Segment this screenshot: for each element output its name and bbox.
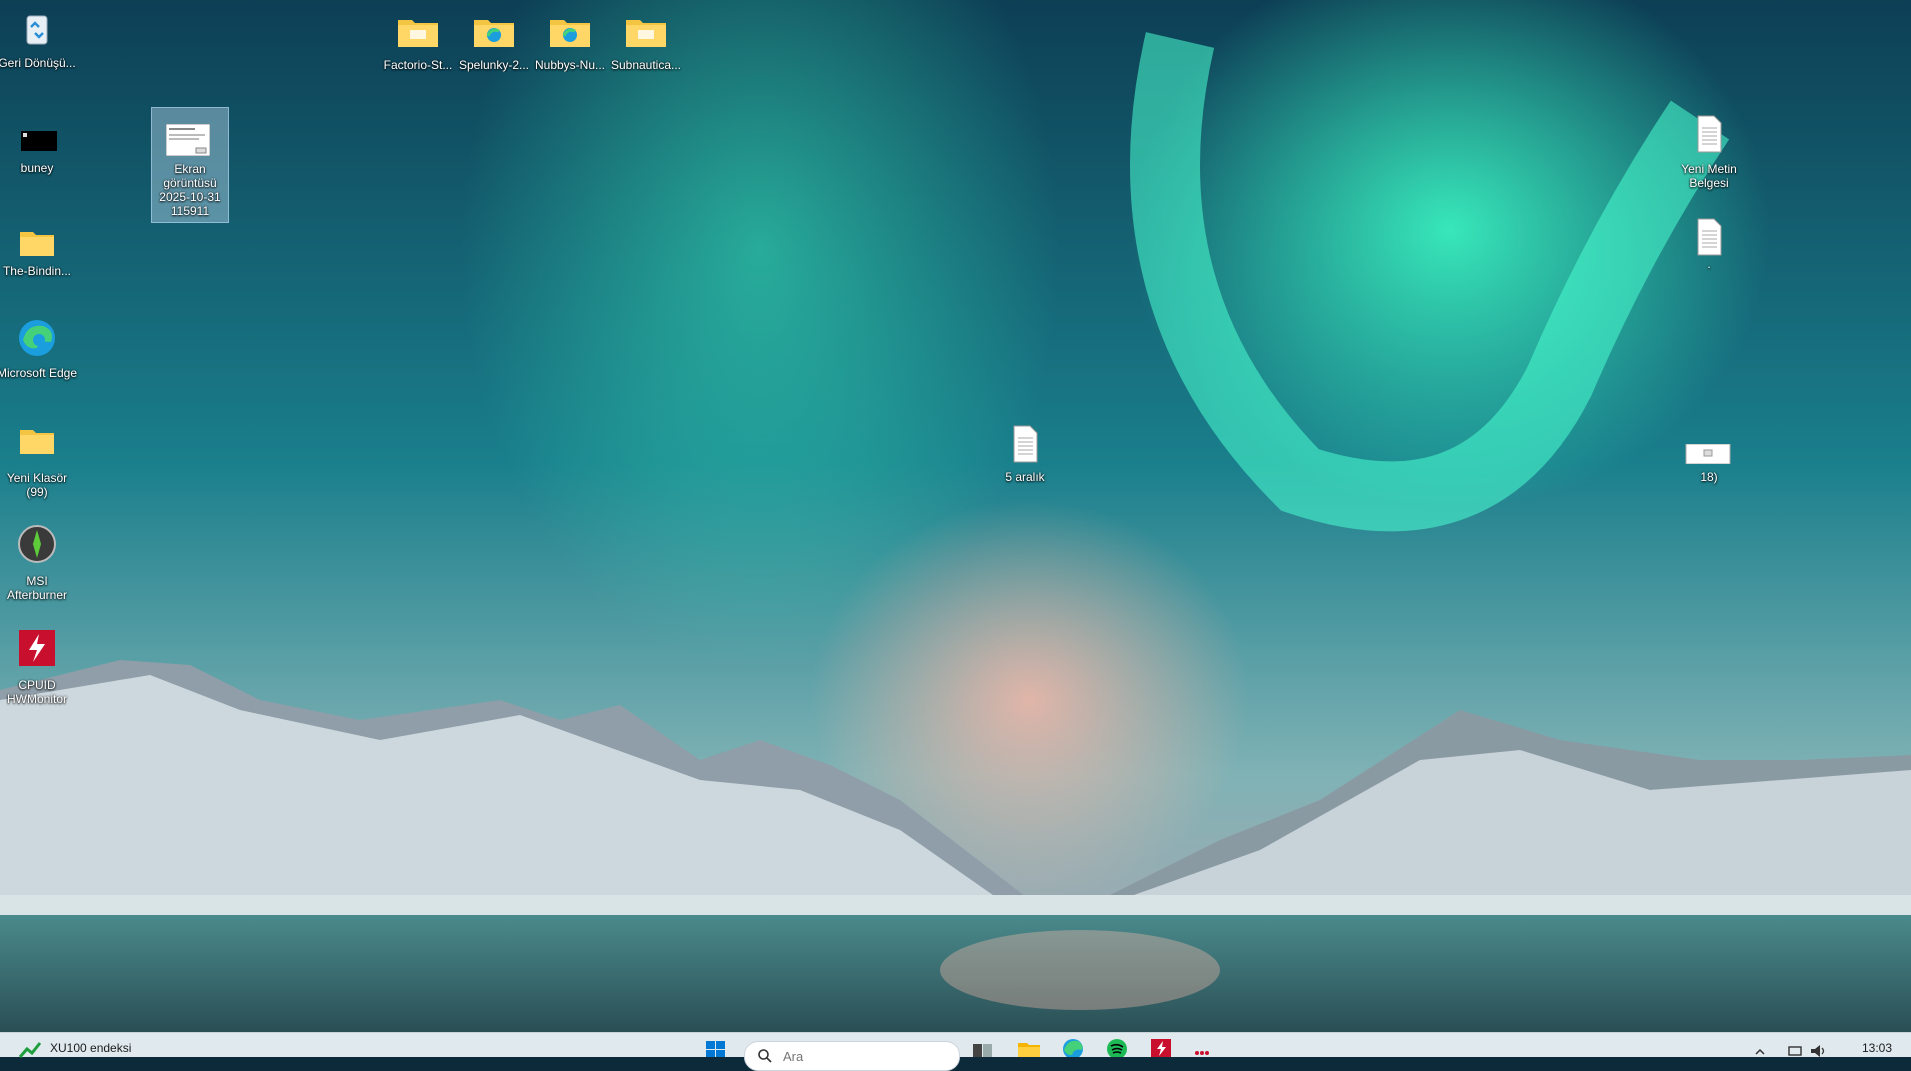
desktop-icon-subnautica[interactable]: Subnautica... [604, 6, 688, 86]
desktop-icon-18[interactable]: 18) [1667, 436, 1751, 526]
edge-icon [1063, 1039, 1083, 1059]
volume-icon [1811, 1045, 1825, 1057]
folder-edge-icon [474, 20, 514, 47]
task-view-icon [973, 1044, 992, 1057]
desktop-icon-label: . [1707, 257, 1711, 271]
desktop-icon-label: Nubbys-Nu... [534, 58, 606, 72]
desktop-wallpaper [0, 0, 1911, 1032]
desktop-icon-label: CPUID HWMonitor [6, 678, 67, 706]
text-document-icon [1013, 425, 1038, 463]
desktop-icon-label: Ekran görüntüsü 2025-10-31 115911 [159, 162, 221, 218]
desktop-icon-dot[interactable]: . [1667, 211, 1751, 301]
desktop-icon-nubbys[interactable]: Nubbys-Nu... [528, 6, 612, 86]
widget-button[interactable]: XU100 endeksi [18, 1035, 148, 1058]
folder-icon [20, 232, 54, 256]
desktop-icon-5-aralik[interactable]: 5 aralık [983, 418, 1067, 508]
hwmonitor-icon [19, 630, 55, 666]
desktop-icon-label: Geri Dönüşü... [0, 56, 76, 70]
taskbar-clock[interactable]: 13:03 [1862, 1041, 1892, 1055]
more-apps-button[interactable] [1190, 1035, 1214, 1057]
shortcut-black-icon [21, 131, 57, 151]
folder-icon [398, 20, 438, 47]
spotify-button[interactable] [1104, 1035, 1130, 1059]
file-explorer-button[interactable] [1016, 1035, 1042, 1057]
image-file-icon [166, 124, 210, 156]
search-input[interactable] [781, 1046, 945, 1066]
desktop-icon-ekran-goruntusu[interactable]: Ekran görüntüsü 2025-10-31 115911 [151, 107, 229, 223]
desktop-icon-label: Yeni Metin Belgesi [1681, 162, 1737, 190]
network-button[interactable] [1786, 1035, 1804, 1057]
file-explorer-icon [1018, 1043, 1040, 1057]
spotify-icon [1107, 1039, 1127, 1059]
desktop-icon-label: 5 aralık [1005, 470, 1045, 484]
desktop-icon-label: Spelunky-2... [458, 58, 530, 72]
folder-icon [626, 20, 666, 47]
hwmonitor-taskbar-button[interactable] [1149, 1035, 1173, 1057]
desktop-icon-microsoft-edge[interactable]: Microsoft Edge [0, 312, 79, 402]
hwmonitor-icon [1151, 1039, 1171, 1057]
desktop-icon-yeni-metin-belgesi[interactable]: Yeni Metin Belgesi [1667, 108, 1751, 198]
image-file-icon [1685, 444, 1731, 464]
task-view-button[interactable] [970, 1035, 994, 1057]
desktop-icon-recycle-bin[interactable]: Geri Dönüşü... [0, 4, 79, 94]
text-document-icon [1697, 115, 1722, 153]
stock-chart-icon [18, 1042, 42, 1058]
desktop-icon-label: Yeni Klasör (99) [6, 471, 68, 499]
edge-icon [19, 320, 55, 356]
desktop-icon-label: Factorio-St... [383, 58, 453, 72]
desktop-icon-cpuid-hwmonitor[interactable]: CPUID HWMonitor [0, 622, 79, 712]
recycle-bin-icon [26, 15, 48, 45]
msi-afterburner-icon [18, 525, 56, 563]
text-document-icon [1697, 218, 1722, 256]
volume-button[interactable] [1808, 1035, 1828, 1057]
tray-overflow-button[interactable] [1752, 1035, 1768, 1057]
desktop-icon-msi-afterburner[interactable]: MSI Afterburner [0, 518, 79, 608]
network-icon [1788, 1046, 1802, 1056]
desktop-icon-the-binding[interactable]: The-Bindin... [0, 216, 79, 306]
more-icon [1195, 1051, 1209, 1055]
desktop-icon-label: 18) [1700, 470, 1718, 484]
folder-icon [20, 430, 54, 454]
chevron-up-icon [1755, 1048, 1765, 1055]
widget-text: XU100 endeksi [50, 1041, 132, 1055]
desktop-icon-buney[interactable]: buney [0, 115, 79, 205]
start-button[interactable] [704, 1035, 728, 1058]
desktop-icon-spelunky[interactable]: Spelunky-2... [452, 6, 536, 86]
windows-start-icon [706, 1041, 725, 1058]
edge-taskbar-button[interactable] [1060, 1035, 1086, 1059]
taskbar: XU100 endeksi Ara 13:03 [0, 1032, 1911, 1071]
desktop-icon-label: The-Bindin... [2, 264, 72, 278]
desktop-icon-yeni-klasor[interactable]: Yeni Klasör (99) [0, 414, 79, 504]
desktop-icon-label: MSI Afterburner [6, 574, 68, 602]
desktop-icon-label: buney [20, 161, 54, 175]
search-icon [758, 1049, 772, 1063]
desktop-icon-label: Subnautica... [610, 58, 682, 72]
desktop-icon-factorio[interactable]: Factorio-St... [376, 6, 460, 86]
search-input-container[interactable] [744, 1041, 960, 1071]
desktop-icon-label: Microsoft Edge [0, 366, 78, 380]
folder-edge-icon [550, 20, 590, 47]
